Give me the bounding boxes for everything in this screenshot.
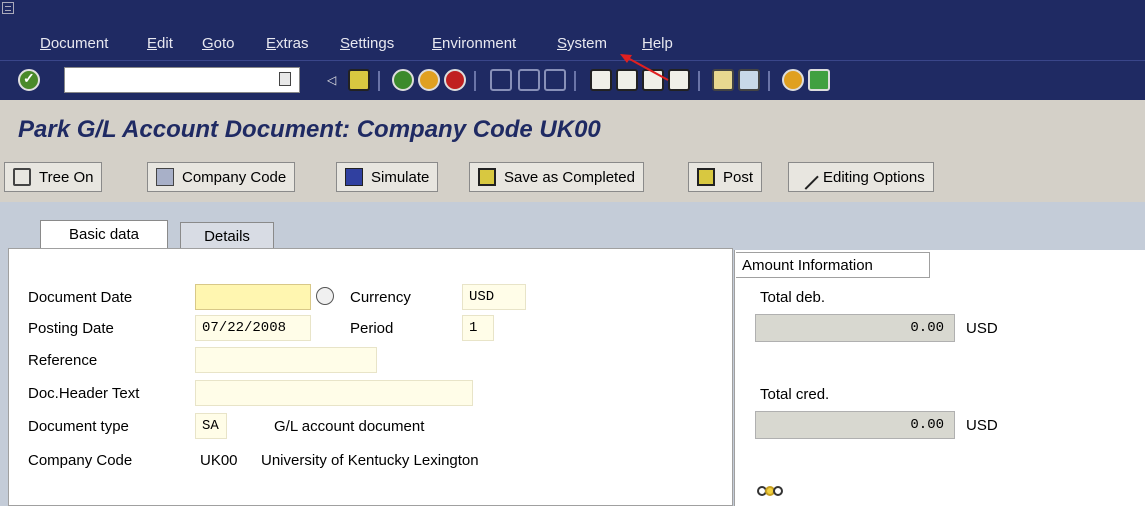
find-icon[interactable]	[518, 69, 540, 91]
total-credit-label: Total cred.	[760, 386, 830, 403]
cancel-icon[interactable]	[444, 69, 466, 91]
total-debit-currency: USD	[966, 320, 998, 337]
document-date-label: Document Date	[28, 289, 133, 306]
menu-settings[interactable]: Settings	[340, 35, 394, 52]
balance-status-icon	[757, 486, 785, 498]
reference-input[interactable]	[195, 347, 377, 373]
back-icon[interactable]	[392, 69, 414, 91]
company-code-button[interactable]: Company Code	[147, 162, 296, 192]
currency-label: Currency	[350, 289, 411, 306]
save-icon	[478, 168, 496, 186]
document-type-input[interactable]: SA	[195, 413, 227, 439]
post-button[interactable]: Post	[688, 162, 763, 192]
next-page-icon[interactable]	[642, 69, 664, 91]
pencil-icon	[793, 164, 819, 190]
currency-input[interactable]: USD	[462, 284, 526, 310]
document-type-description: G/L account document	[274, 418, 425, 435]
application-toolbar: Tree On Company Code Simulate Save as Co…	[0, 156, 1145, 198]
post-label: Post	[723, 168, 754, 186]
menu-environment[interactable]: Environment	[432, 35, 516, 52]
find-next-icon[interactable]	[544, 69, 566, 91]
enter-check-icon[interactable]	[18, 69, 40, 91]
command-field[interactable]	[64, 67, 300, 93]
posting-date-label: Posting Date	[28, 320, 114, 337]
tab-details[interactable]: Details	[180, 222, 274, 250]
company-code-value: UK00	[200, 452, 238, 469]
company-code-description: University of Kentucky Lexington	[261, 452, 479, 469]
last-page-icon[interactable]	[668, 69, 690, 91]
toolbar-separator	[378, 71, 380, 91]
company-code-label: Company Code	[182, 168, 287, 186]
toolbar-back-arrow-icon[interactable]: ◁	[327, 73, 339, 87]
menu-system[interactable]: System	[557, 35, 607, 52]
command-history-icon[interactable]	[279, 72, 291, 86]
save-icon[interactable]	[348, 69, 370, 91]
editing-options-button[interactable]: Editing Options	[788, 162, 934, 192]
create-session-icon[interactable]	[712, 69, 734, 91]
tree-icon	[13, 168, 31, 186]
total-credit-currency: USD	[966, 417, 998, 434]
calendar-picker-icon[interactable]	[316, 287, 334, 305]
posting-date-input[interactable]: 07/22/2008	[195, 315, 311, 341]
first-page-icon[interactable]	[590, 69, 612, 91]
simulate-icon	[345, 168, 363, 186]
company-code-label: Company Code	[28, 452, 133, 469]
toolbar-separator	[474, 71, 476, 91]
post-icon	[697, 168, 715, 186]
menu-document[interactable]: Document	[40, 35, 108, 52]
tree-on-label: Tree On	[39, 168, 94, 186]
document-date-input[interactable]	[195, 284, 311, 310]
exit-icon[interactable]	[418, 69, 440, 91]
editing-options-label: Editing Options	[823, 168, 925, 186]
menu-extras[interactable]: Extras	[266, 35, 309, 52]
toolbar-separator	[698, 71, 700, 91]
total-debit-label: Total deb.	[760, 289, 826, 306]
total-debit-value: 0.00	[755, 314, 955, 342]
create-shortcut-icon[interactable]	[738, 69, 760, 91]
reference-label: Reference	[28, 352, 98, 369]
menu-help[interactable]: Help	[642, 35, 673, 52]
toolbar-separator	[574, 71, 576, 91]
simulate-button[interactable]: Simulate	[336, 162, 439, 192]
toolbar-separator	[768, 71, 770, 91]
tree-on-button[interactable]: Tree On	[4, 162, 103, 192]
tab-basic-data[interactable]: Basic data	[40, 220, 168, 248]
layout-menu-icon[interactable]	[808, 69, 830, 91]
company-code-icon	[156, 168, 174, 186]
save-as-completed-label: Save as Completed	[504, 168, 635, 186]
standard-toolbar: ◁	[0, 60, 1145, 100]
help-icon[interactable]	[782, 69, 804, 91]
menu-bar: Document Edit Goto Extras Settings Envir…	[0, 0, 1145, 60]
simulate-label: Simulate	[371, 168, 430, 186]
total-credit-value: 0.00	[755, 411, 955, 439]
period-input[interactable]: 1	[462, 315, 494, 341]
menu-goto[interactable]: Goto	[202, 35, 235, 52]
menu-edit[interactable]: Edit	[147, 35, 173, 52]
period-label: Period	[350, 320, 394, 337]
print-icon[interactable]	[490, 69, 512, 91]
save-as-completed-button[interactable]: Save as Completed	[469, 162, 644, 192]
amount-information-tab: Amount Information	[736, 252, 930, 278]
page-title: Park G/L Account Document: Company Code …	[18, 116, 601, 143]
document-type-label: Document type	[28, 418, 129, 435]
header-text-input[interactable]	[195, 380, 473, 406]
system-menu-icon[interactable]	[2, 2, 14, 14]
previous-page-icon[interactable]	[616, 69, 638, 91]
header-text-label: Doc.Header Text	[28, 385, 140, 402]
